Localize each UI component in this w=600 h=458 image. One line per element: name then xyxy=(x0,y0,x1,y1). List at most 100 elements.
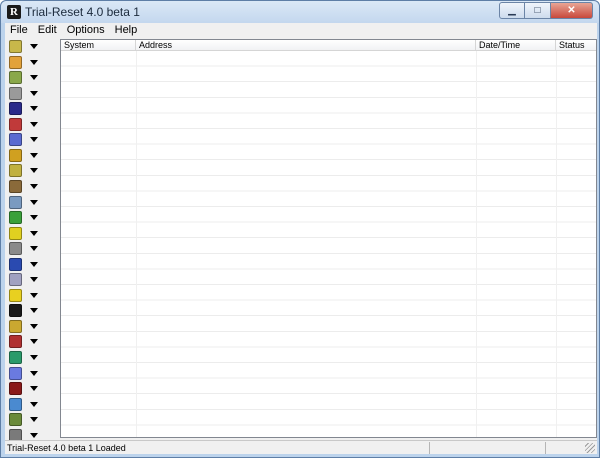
protection-button[interactable] xyxy=(7,366,55,381)
dropdown-arrow-icon[interactable] xyxy=(30,106,38,112)
dropdown-arrow-icon[interactable] xyxy=(30,199,38,205)
dropdown-arrow-icon[interactable] xyxy=(30,215,38,221)
protection-button[interactable] xyxy=(7,101,55,116)
dropdown-arrow-icon[interactable] xyxy=(30,121,38,127)
status-text: Trial-Reset 4.0 beta 1 Loaded xyxy=(7,443,126,453)
list-body[interactable] xyxy=(61,51,596,437)
maximize-button[interactable]: □ xyxy=(525,2,551,19)
dropdown-arrow-icon[interactable] xyxy=(30,230,38,236)
menu-help[interactable]: Help xyxy=(110,23,143,38)
protection-button[interactable] xyxy=(7,226,55,241)
dropdown-arrow-icon[interactable] xyxy=(30,386,38,392)
dropdown-arrow-icon[interactable] xyxy=(30,432,38,438)
status-pane xyxy=(545,442,585,454)
column-divider xyxy=(556,51,557,437)
window-controls: ▁ □ ✕ xyxy=(499,2,593,20)
column-header-system[interactable]: System xyxy=(61,40,136,51)
window-title: Trial-Reset 4.0 beta 1 xyxy=(25,5,140,19)
dropdown-arrow-icon[interactable] xyxy=(30,355,38,360)
protection-button[interactable] xyxy=(7,148,55,163)
protection-button[interactable] xyxy=(7,288,55,303)
protection-icon-19 xyxy=(9,319,22,333)
dropdown-arrow-icon[interactable] xyxy=(30,370,38,376)
dropdown-arrow-icon[interactable] xyxy=(30,292,38,298)
status-bar: Trial-Reset 4.0 beta 1 Loaded xyxy=(5,440,597,454)
protection-button[interactable] xyxy=(7,39,55,54)
protection-button[interactable] xyxy=(7,117,55,132)
protection-button[interactable] xyxy=(7,381,55,396)
protection-button[interactable] xyxy=(7,257,55,272)
dropdown-arrow-icon[interactable] xyxy=(30,44,38,49)
dropdown-arrow-icon[interactable] xyxy=(30,277,38,283)
protection-button[interactable] xyxy=(7,179,55,194)
protection-icon-4 xyxy=(9,86,22,100)
protection-button[interactable] xyxy=(7,70,55,85)
close-icon: ✕ xyxy=(567,5,576,16)
protection-toolbar xyxy=(5,38,57,442)
protection-icon-9 xyxy=(9,164,22,178)
protection-button[interactable] xyxy=(7,163,55,178)
menu-options[interactable]: Options xyxy=(62,23,110,38)
column-header-datetime[interactable]: Date/Time xyxy=(476,40,556,51)
minimize-button[interactable]: ▁ xyxy=(499,2,525,19)
protection-button[interactable] xyxy=(7,350,55,365)
menu-edit[interactable]: Edit xyxy=(33,23,62,38)
close-button[interactable]: ✕ xyxy=(551,2,593,19)
column-divider xyxy=(476,51,477,437)
app-window: R Trial-Reset 4.0 beta 1 ▁ □ ✕ File Edit… xyxy=(0,0,600,458)
protection-button[interactable] xyxy=(7,210,55,225)
protection-button[interactable] xyxy=(7,412,55,427)
minimize-icon: ▁ xyxy=(508,5,516,16)
protection-icon-2 xyxy=(9,55,22,69)
dropdown-arrow-icon[interactable] xyxy=(30,59,38,65)
dropdown-arrow-icon[interactable] xyxy=(30,90,38,96)
dropdown-arrow-icon[interactable] xyxy=(30,339,38,345)
protection-button[interactable] xyxy=(7,397,55,412)
protection-button[interactable] xyxy=(7,334,55,349)
status-pane xyxy=(429,442,545,454)
protection-button[interactable] xyxy=(7,303,55,318)
results-list[interactable]: System Address Date/Time Status xyxy=(60,39,597,438)
protection-button[interactable] xyxy=(7,195,55,210)
protection-button[interactable] xyxy=(7,55,55,70)
client-area: System Address Date/Time Status xyxy=(5,38,597,442)
dropdown-arrow-icon[interactable] xyxy=(30,168,38,174)
maximize-icon: □ xyxy=(534,5,541,16)
protection-button[interactable] xyxy=(7,241,55,256)
protection-button[interactable] xyxy=(7,319,55,334)
menu-file[interactable]: File xyxy=(5,23,33,38)
dropdown-arrow-icon[interactable] xyxy=(30,183,38,189)
protection-icon-13 xyxy=(9,226,22,240)
protection-button[interactable] xyxy=(7,86,55,101)
dropdown-arrow-icon[interactable] xyxy=(30,417,38,423)
protection-icon-20 xyxy=(9,335,22,349)
dropdown-arrow-icon[interactable] xyxy=(30,75,38,81)
dropdown-arrow-icon[interactable] xyxy=(30,308,38,314)
dropdown-arrow-icon[interactable] xyxy=(30,246,38,252)
dropdown-arrow-icon[interactable] xyxy=(30,401,38,407)
protection-icon-1 xyxy=(9,40,22,53)
dropdown-arrow-icon[interactable] xyxy=(30,261,38,267)
protection-icon-17 xyxy=(9,288,22,302)
protection-icon-8 xyxy=(9,148,22,162)
column-header-status[interactable]: Status xyxy=(556,40,596,51)
protection-icon-12 xyxy=(9,211,22,225)
dropdown-arrow-icon[interactable] xyxy=(30,137,38,143)
protection-button[interactable] xyxy=(7,272,55,287)
dropdown-arrow-icon[interactable] xyxy=(30,152,38,158)
title-bar[interactable]: R Trial-Reset 4.0 beta 1 ▁ □ ✕ xyxy=(1,1,599,23)
resize-grip-icon[interactable] xyxy=(585,443,595,453)
dropdown-arrow-icon[interactable] xyxy=(30,323,38,329)
protection-icon-18 xyxy=(9,304,22,318)
column-header-address[interactable]: Address xyxy=(136,40,476,51)
protection-icon-10 xyxy=(9,179,22,193)
menu-bar: File Edit Options Help xyxy=(5,23,597,38)
protection-icon-6 xyxy=(9,117,22,131)
protection-icon-22 xyxy=(9,366,22,380)
protection-button[interactable] xyxy=(7,132,55,147)
protection-icon-16 xyxy=(9,273,22,287)
protection-icon-25 xyxy=(9,413,22,427)
protection-icon-3 xyxy=(9,71,22,85)
protection-icon-7 xyxy=(9,133,22,147)
protection-icon-11 xyxy=(9,195,22,209)
